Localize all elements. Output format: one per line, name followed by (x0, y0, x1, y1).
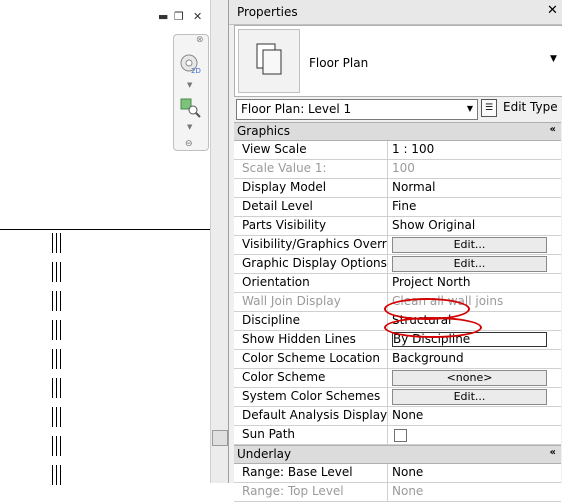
grid-marker (52, 407, 62, 427)
drawing-view[interactable]: ▬ ❐ ✕ ⊗ 2D ▼ ▼ ⊖ (0, 0, 210, 485)
property-name: System Color Schemes (234, 388, 388, 406)
section-title: Underlay (237, 447, 292, 461)
property-row[interactable]: Graphic Display Options Edit... (234, 255, 561, 274)
property-name: Display Model (234, 179, 388, 197)
property-value[interactable]: Show Original (392, 217, 552, 235)
property-name: Range: Base Level (234, 464, 388, 482)
property-row[interactable]: Range: Top Level None (234, 483, 561, 502)
property-row[interactable]: Default Analysis Display St...None (234, 407, 561, 426)
property-row[interactable]: Color Scheme Location Background (234, 350, 561, 369)
type-name: Floor Plan (309, 56, 369, 70)
property-edit-button[interactable]: Edit... (392, 237, 547, 253)
property-row[interactable]: Orientation Project North (234, 274, 561, 293)
chevron-down-icon[interactable]: ▼ (187, 123, 192, 131)
grid-marker (52, 233, 62, 253)
collapse-icon[interactable]: « (550, 447, 556, 458)
close-icon[interactable]: ⊗ (196, 35, 204, 45)
property-row[interactable]: View Scale 1 : 100 (234, 141, 561, 160)
selector-value: Floor Plan: Level 1 (241, 102, 352, 116)
property-value[interactable]: Normal (392, 179, 552, 197)
close-icon[interactable]: ✕ (193, 10, 202, 23)
edit-type-label: Edit Type (503, 100, 558, 114)
property-row[interactable]: Range: Base Level None (234, 464, 561, 483)
property-name: Color Scheme Location (234, 350, 388, 368)
property-name: Sun Path (234, 426, 388, 444)
property-name: Graphic Display Options (234, 255, 388, 273)
property-value[interactable]: Background (392, 350, 552, 368)
collapse-icon[interactable]: « (550, 124, 556, 135)
type-selector[interactable]: Floor Plan ▼ (234, 25, 562, 97)
grid-marker (52, 349, 62, 369)
property-row[interactable]: System Color Schemes Edit... (234, 388, 561, 407)
property-value[interactable]: Fine (392, 198, 552, 216)
chevron-down-icon[interactable]: ▼ (467, 104, 473, 113)
vertical-scrollbar[interactable] (210, 0, 229, 483)
panel-title: Properties (237, 5, 298, 19)
property-value[interactable]: None (392, 464, 552, 482)
property-name: View Scale (234, 141, 388, 159)
section-header-underlay[interactable]: Underlay « (234, 445, 561, 464)
zoom-icon[interactable] (179, 97, 203, 119)
instance-selector[interactable]: Floor Plan: Level 1 ▼ (236, 99, 478, 120)
property-row[interactable]: Scale Value 1: 100 (234, 160, 561, 179)
svg-text:2D: 2D (191, 67, 201, 75)
chevron-down-icon[interactable]: ▼ (550, 54, 557, 64)
navigation-bar: ⊗ 2D ▼ ▼ ⊖ (173, 34, 209, 151)
property-row[interactable]: Color Scheme <none> (234, 369, 561, 388)
edit-type-icon: ☰ (481, 99, 497, 117)
property-name: Wall Join Display (234, 293, 388, 311)
restore-icon[interactable]: ❐ (174, 10, 184, 23)
properties-panel: Properties ✕ Floor Plan ▼ Floor Plan: Le… (228, 0, 562, 502)
property-row[interactable]: Visibility/Graphics OverridesEdit... (234, 236, 561, 255)
section-header-graphics[interactable]: Graphics « (234, 122, 561, 141)
grid-marker (52, 291, 62, 311)
grid-marker (52, 320, 62, 340)
property-row[interactable]: Display Model Normal (234, 179, 561, 198)
grid-marker (52, 465, 62, 485)
property-value: 100 (392, 161, 415, 175)
property-grid: Graphics « View Scale 1 : 100 Scale Value 1:… (234, 122, 561, 502)
section-title: Graphics (237, 124, 290, 138)
view-border-line (0, 229, 210, 230)
property-row[interactable]: Sun Path (234, 426, 561, 445)
property-edit-button[interactable]: Edit... (392, 256, 547, 272)
property-row[interactable]: Detail Level Fine (234, 198, 561, 217)
property-name: Range: Top Level (234, 483, 388, 501)
settings-icon[interactable]: ⊖ (185, 139, 193, 149)
grid-marker (52, 436, 62, 456)
chevron-down-icon[interactable]: ▼ (187, 81, 192, 89)
property-name: Detail Level (234, 198, 388, 216)
steering-wheel-icon[interactable]: 2D (179, 53, 203, 75)
property-value[interactable]: 1 : 100 (392, 141, 552, 159)
property-name: Scale Value 1: (234, 160, 388, 178)
grid-marker (52, 378, 62, 398)
highlight-annotation (384, 317, 482, 338)
property-checkbox[interactable] (394, 429, 407, 442)
grid-marker (52, 262, 62, 282)
property-value[interactable]: None (392, 407, 552, 425)
panel-title-bar[interactable]: Properties ✕ (229, 0, 562, 25)
scrollbar-thumb[interactable] (212, 430, 228, 446)
close-icon[interactable]: ✕ (547, 3, 558, 18)
floor-plan-icon (238, 29, 300, 93)
property-name: Show Hidden Lines (234, 331, 388, 349)
property-edit-button[interactable]: Edit... (392, 389, 547, 405)
minimize-icon[interactable]: ▬ (158, 10, 168, 23)
property-name: Orientation (234, 274, 388, 292)
property-name: Parts Visibility (234, 217, 388, 235)
property-name: Default Analysis Display St... (234, 407, 388, 425)
property-row[interactable]: Parts Visibility Show Original (234, 217, 561, 236)
property-name: Color Scheme (234, 369, 388, 387)
property-value[interactable]: Project North (392, 274, 552, 292)
property-name: Visibility/Graphics Overrides (234, 236, 388, 254)
property-value: None (392, 484, 424, 498)
property-name: Discipline (234, 312, 388, 330)
property-edit-button[interactable]: <none> (392, 370, 547, 386)
